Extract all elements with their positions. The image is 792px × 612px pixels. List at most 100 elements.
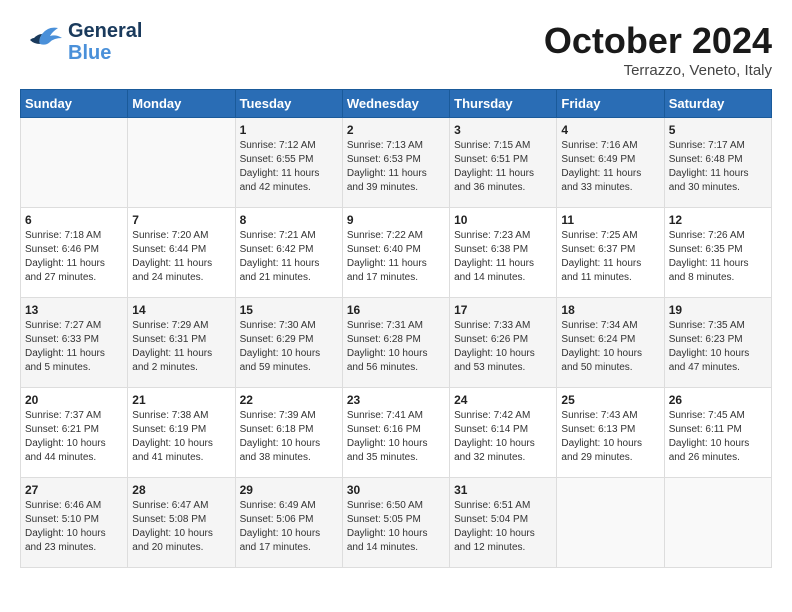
daylight-text: Daylight: 11 hours and 39 minutes. xyxy=(347,168,427,193)
day-number: 14 xyxy=(132,303,230,317)
day-info: Sunrise: 7:23 AMSunset: 6:38 PMDaylight:… xyxy=(454,229,552,285)
calendar-cell-0-4: 3 Sunrise: 7:15 AMSunset: 6:51 PMDaylight… xyxy=(450,118,557,208)
sunset-text: Sunset: 6:51 PM xyxy=(454,154,528,165)
daylight-text: Daylight: 10 hours and 44 minutes. xyxy=(25,438,106,463)
logo: General Blue xyxy=(20,20,142,64)
sunrise-text: Sunrise: 7:42 AM xyxy=(454,410,530,421)
day-info: Sunrise: 7:25 AMSunset: 6:37 PMDaylight:… xyxy=(561,229,659,285)
day-info: Sunrise: 7:29 AMSunset: 6:31 PMDaylight:… xyxy=(132,319,230,375)
day-number: 3 xyxy=(454,123,552,137)
day-info: Sunrise: 7:39 AMSunset: 6:18 PMDaylight:… xyxy=(240,409,338,465)
calendar-cell-2-4: 17Sunrise: 7:33 AMSunset: 6:26 PMDayligh… xyxy=(450,298,557,388)
sunset-text: Sunset: 6:16 PM xyxy=(347,424,421,435)
sunrise-text: Sunrise: 7:39 AM xyxy=(240,410,316,421)
sunrise-text: Sunrise: 7:30 AM xyxy=(240,320,316,331)
sunset-text: Sunset: 5:06 PM xyxy=(240,514,314,525)
daylight-text: Daylight: 11 hours and 14 minutes. xyxy=(454,258,534,283)
daylight-text: Daylight: 11 hours and 33 minutes. xyxy=(561,168,641,193)
logo-icon xyxy=(20,24,64,60)
sunset-text: Sunset: 6:37 PM xyxy=(561,244,635,255)
daylight-text: Daylight: 11 hours and 11 minutes. xyxy=(561,258,641,283)
title-block: October 2024 Terrazzo, Veneto, Italy xyxy=(544,20,772,79)
day-info: Sunrise: 6:51 AMSunset: 5:04 PMDaylight:… xyxy=(454,499,552,555)
day-number: 29 xyxy=(240,483,338,497)
day-info: Sunrise: 7:17 AMSunset: 6:48 PMDaylight:… xyxy=(669,139,767,195)
daylight-text: Daylight: 11 hours and 36 minutes. xyxy=(454,168,534,193)
sunset-text: Sunset: 6:21 PM xyxy=(25,424,99,435)
sunset-text: Sunset: 6:13 PM xyxy=(561,424,635,435)
calendar-cell-3-6: 26Sunrise: 7:45 AMSunset: 6:11 PMDayligh… xyxy=(664,388,771,478)
calendar-cell-0-1 xyxy=(128,118,235,208)
calendar-cell-3-2: 22 Sunrise: 7:39 AMSunset: 6:18 PMDayligh… xyxy=(235,388,342,478)
calendar-cell-2-5: 18Sunrise: 7:34 AMSunset: 6:24 PMDayligh… xyxy=(557,298,664,388)
day-number: 17 xyxy=(454,303,552,317)
day-info: Sunrise: 7:30 AMSunset: 6:29 PMDaylight:… xyxy=(240,319,338,375)
day-info: Sunrise: 7:38 AMSunset: 6:19 PMDaylight:… xyxy=(132,409,230,465)
day-info: Sunrise: 7:37 AM Sunset: 6:21 PM Daylight:… xyxy=(25,409,123,465)
day-info: Sunrise: 7:15 AMSunset: 6:51 PMDaylight:… xyxy=(454,139,552,195)
sunrise-text: Sunrise: 7:22 AM xyxy=(347,230,423,241)
day-info: Sunrise: 7:45 AMSunset: 6:11 PMDaylight:… xyxy=(669,409,767,465)
calendar-cell-4-2: 29Sunrise: 6:49 AMSunset: 5:06 PMDayligh… xyxy=(235,478,342,568)
sunrise-text: Sunrise: 7:35 AM xyxy=(669,320,745,331)
calendar-cell-1-4: 10Sunrise: 7:23 AMSunset: 6:38 PMDayligh… xyxy=(450,208,557,298)
sunset-text: Sunset: 6:23 PM xyxy=(669,334,743,345)
calendar-cell-2-1: 14 Sunrise: 7:29 AMSunset: 6:31 PMDayligh… xyxy=(128,298,235,388)
day-number: 30 xyxy=(347,483,445,497)
day-info: Sunrise: 7:13 AMSunset: 6:53 PMDaylight:… xyxy=(347,139,445,195)
header-tuesday: Tuesday xyxy=(235,90,342,118)
daylight-text: Daylight: 11 hours and 24 minutes. xyxy=(132,258,212,283)
sunrise-text: Sunrise: 7:37 AM xyxy=(25,410,101,421)
sunset-text: Sunset: 6:29 PM xyxy=(240,334,314,345)
calendar-cell-3-3: 23Sunrise: 7:41 AMSunset: 6:16 PMDayligh… xyxy=(342,388,449,478)
calendar-cell-4-1: 28Sunrise: 6:47 AMSunset: 5:08 PMDayligh… xyxy=(128,478,235,568)
calendar-cell-2-3: 16Sunrise: 7:31 AMSunset: 6:28 PMDayligh… xyxy=(342,298,449,388)
day-number: 15 xyxy=(240,303,338,317)
daylight-text: Daylight: 10 hours and 41 minutes. xyxy=(132,438,213,463)
sunrise-text: Sunrise: 7:13 AM xyxy=(347,140,423,151)
daylight-text: Daylight: 10 hours and 29 minutes. xyxy=(561,438,642,463)
sunrise-text: Sunrise: 7:34 AM xyxy=(561,320,637,331)
header-saturday: Saturday xyxy=(664,90,771,118)
sunset-text: Sunset: 6:44 PM xyxy=(132,244,206,255)
sunset-text: Sunset: 6:35 PM xyxy=(669,244,743,255)
header-monday: Monday xyxy=(128,90,235,118)
header-thursday: Thursday xyxy=(450,90,557,118)
calendar-header-row: Sunday Monday Tuesday Wednesday Thursday… xyxy=(21,90,772,118)
calendar-cell-2-6: 19Sunrise: 7:35 AMSunset: 6:23 PMDayligh… xyxy=(664,298,771,388)
day-info: Sunrise: 7:12 AMSunset: 6:55 PMDaylight:… xyxy=(240,139,338,195)
day-number: 9 xyxy=(347,213,445,227)
daylight-text: Daylight: 10 hours and 38 minutes. xyxy=(240,438,321,463)
sunrise-text: Sunrise: 6:47 AM xyxy=(132,500,208,511)
day-number: 2 xyxy=(347,123,445,137)
sunrise-text: Sunrise: 6:51 AM xyxy=(454,500,530,511)
sunrise-text: Sunrise: 6:50 AM xyxy=(347,500,423,511)
day-number: 5 xyxy=(669,123,767,137)
calendar-cell-3-1: 21Sunrise: 7:38 AMSunset: 6:19 PMDayligh… xyxy=(128,388,235,478)
sunrise-text: Sunrise: 6:46 AM xyxy=(25,500,101,511)
sunrise-text: Sunrise: 7:21 AM xyxy=(240,230,316,241)
day-info: Sunrise: 7:22 AMSunset: 6:40 PMDaylight:… xyxy=(347,229,445,285)
sunrise-text: Sunrise: 7:45 AM xyxy=(669,410,745,421)
sunset-text: Sunset: 5:04 PM xyxy=(454,514,528,525)
day-info: Sunrise: 7:26 AMSunset: 6:35 PMDaylight:… xyxy=(669,229,767,285)
day-number: 23 xyxy=(347,393,445,407)
day-info: Sunrise: 7:16 AMSunset: 6:49 PMDaylight:… xyxy=(561,139,659,195)
day-info: Sunrise: 7:21 AMSunset: 6:42 PMDaylight:… xyxy=(240,229,338,285)
day-info: Sunrise: 7:31 AMSunset: 6:28 PMDaylight:… xyxy=(347,319,445,375)
day-number: 22 xyxy=(240,393,338,407)
page-header: General Blue October 2024 Terrazzo, Vene… xyxy=(20,20,772,79)
day-info: Sunrise: 7:27 AMSunset: 6:33 PMDaylight:… xyxy=(25,319,123,375)
day-number: 11 xyxy=(561,213,659,227)
daylight-text: Daylight: 10 hours and 14 minutes. xyxy=(347,528,428,553)
sunset-text: Sunset: 6:33 PM xyxy=(25,334,99,345)
calendar-cell-1-1: 7Sunrise: 7:20 AMSunset: 6:44 PMDaylight… xyxy=(128,208,235,298)
daylight-text: Daylight: 10 hours and 32 minutes. xyxy=(454,438,535,463)
daylight-text: Daylight: 10 hours and 53 minutes. xyxy=(454,348,535,373)
day-number: 27 xyxy=(25,483,123,497)
sunset-text: Sunset: 6:42 PM xyxy=(240,244,314,255)
day-number: 18 xyxy=(561,303,659,317)
daylight-text: Daylight: 10 hours and 23 minutes. xyxy=(25,528,106,553)
daylight-text: Daylight: 11 hours and 8 minutes. xyxy=(669,258,749,283)
sunrise-text: Sunrise: 7:43 AM xyxy=(561,410,637,421)
